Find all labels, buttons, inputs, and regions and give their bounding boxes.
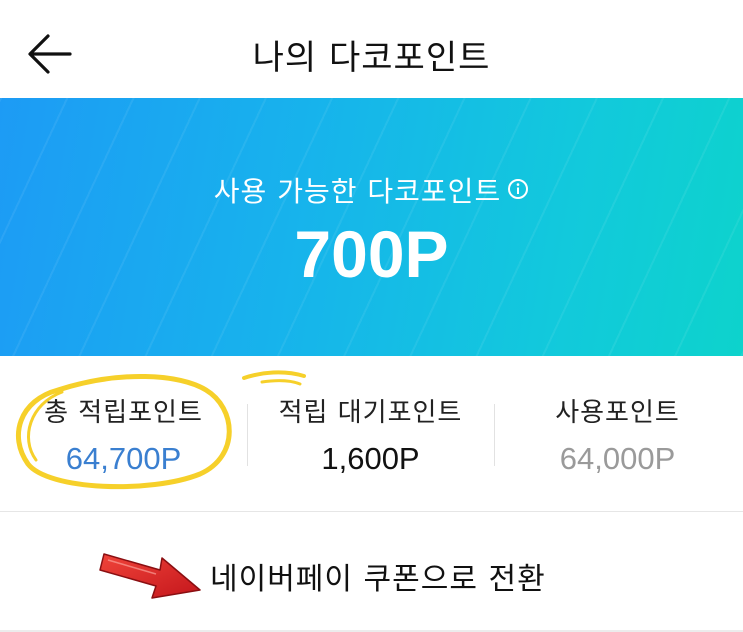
points-summary: 총 적립포인트 64,700P 적립 대기포인트 1,600P 사용포인트 64… [0, 356, 743, 512]
info-circle-icon[interactable] [507, 174, 529, 207]
convert-to-naverpay-button[interactable]: 네이버페이 쿠폰으로 전환 [0, 512, 743, 632]
red-arrow-annotation [99, 553, 201, 599]
convert-label: 네이버페이 쿠폰으로 전환 [210, 562, 546, 597]
page-title: 나의 다코포인트 [252, 38, 491, 78]
stat-label: 총 적립포인트 [44, 398, 203, 428]
available-points-amount: 700P [294, 217, 449, 291]
available-points-banner: 사용 가능한 다코포인트 700P [0, 98, 743, 356]
app-header: 나의 다코포인트 [0, 0, 743, 98]
stat-total-earned: 총 적립포인트 64,700P [0, 392, 247, 477]
stat-pending: 적립 대기포인트 1,600P [247, 392, 494, 477]
stat-label: 적립 대기포인트 [278, 398, 463, 428]
stat-value: 64,700P [65, 441, 182, 476]
stat-used: 사용포인트 64,000P [494, 392, 741, 477]
available-points-label-row: 사용 가능한 다코포인트 [0, 170, 743, 210]
stat-value: 1,600P [321, 441, 420, 476]
stat-value: 64,000P [559, 441, 676, 476]
stat-label: 사용포인트 [555, 398, 680, 428]
available-points-label: 사용 가능한 다코포인트 [213, 175, 502, 208]
